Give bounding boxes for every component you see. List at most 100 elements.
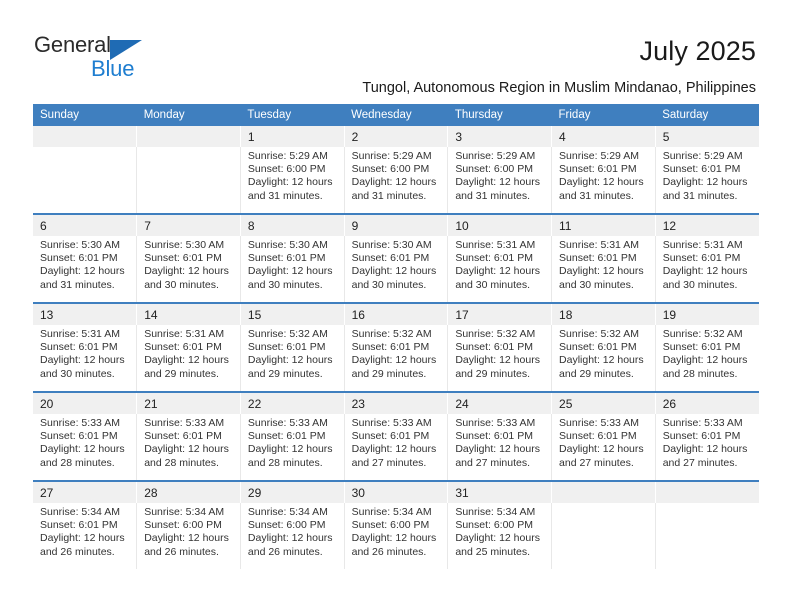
- day-number[interactable]: 10: [447, 215, 553, 236]
- day-number[interactable]: 25: [551, 393, 656, 414]
- day-info-line: and 29 minutes.: [455, 367, 531, 380]
- day-number-empty: [655, 482, 759, 503]
- day-info: Sunrise: 5:31 AM Sunset: 6:01 PM Daylight:…: [447, 236, 553, 302]
- day-number[interactable]: 14: [136, 304, 241, 325]
- day-info: Sunrise: 5:30 AM Sunset: 6:01 PM Daylight:…: [344, 236, 449, 302]
- day-info-line: Sunset: 6:01 PM: [455, 341, 533, 354]
- day-info-line: and 25 minutes.: [455, 545, 531, 558]
- day-info-line: Sunset: 6:01 PM: [559, 252, 637, 265]
- day-info-line: Sunrise: 5:29 AM: [247, 150, 328, 162]
- day-info-line: Sunrise: 5:33 AM: [662, 417, 743, 429]
- day-info: Sunrise: 5:31 AM Sunset: 6:01 PM Daylight:…: [551, 236, 656, 302]
- day-number[interactable]: 15: [240, 304, 345, 325]
- day-info-line: Sunrise: 5:31 AM: [455, 239, 536, 251]
- calendar-body: 1 2 3 4 5 Sunrise: 5:29 AM Sunset: 6:00 PM Dayl…: [33, 126, 759, 569]
- day-info-line: Sunrise: 5:32 AM: [247, 328, 328, 340]
- day-number[interactable]: 9: [344, 215, 449, 236]
- day-info-line: Daylight: 12 hours: [40, 532, 125, 545]
- day-info: Sunrise: 5:30 AM Sunset: 6:01 PM Daylight:…: [136, 236, 241, 302]
- day-info: Sunrise: 5:33 AM Sunset: 6:01 PM Daylight:…: [33, 414, 138, 480]
- day-number[interactable]: 7: [136, 215, 241, 236]
- day-info-line: Sunset: 6:01 PM: [40, 430, 118, 443]
- day-info-line: Sunset: 6:01 PM: [40, 519, 118, 532]
- day-info-line: and 30 minutes.: [455, 278, 531, 291]
- day-info-line: Sunrise: 5:33 AM: [40, 417, 120, 429]
- page-header: General Blue July 2025 Tungol, Autonomou…: [0, 0, 792, 96]
- day-number[interactable]: 16: [344, 304, 449, 325]
- day-number[interactable]: 11: [551, 215, 656, 236]
- day-info-line: Sunset: 6:01 PM: [144, 252, 222, 265]
- day-info: Sunrise: 5:34 AM Sunset: 6:00 PM Daylight:…: [344, 503, 449, 569]
- day-number[interactable]: 23: [344, 393, 449, 414]
- day-info-line: Sunrise: 5:32 AM: [662, 328, 743, 340]
- day-info-line: Sunrise: 5:30 AM: [144, 239, 225, 251]
- day-info-line: Sunrise: 5:32 AM: [351, 328, 432, 340]
- day-info-line: Sunset: 6:01 PM: [247, 252, 326, 265]
- day-info: Sunrise: 5:29 AM Sunset: 6:01 PM Daylight:…: [655, 147, 759, 213]
- day-info-line: and 29 minutes.: [351, 367, 427, 380]
- weekday-header-wednesday: Wednesday: [344, 104, 448, 126]
- day-number[interactable]: 31: [447, 482, 553, 503]
- day-info-empty: [33, 147, 138, 213]
- day-info-line: and 30 minutes.: [144, 278, 219, 291]
- day-number[interactable]: 29: [240, 482, 345, 503]
- day-info-line: Daylight: 12 hours: [144, 443, 229, 456]
- day-info-line: Daylight: 12 hours: [247, 176, 333, 189]
- day-number[interactable]: 8: [240, 215, 345, 236]
- day-number[interactable]: 5: [655, 126, 759, 147]
- general-blue-logo[interactable]: General Blue: [34, 32, 184, 84]
- day-info-line: Daylight: 12 hours: [455, 354, 540, 367]
- day-number[interactable]: 18: [551, 304, 656, 325]
- day-number-empty: [33, 126, 138, 147]
- day-info: Sunrise: 5:34 AM Sunset: 6:00 PM Daylight:…: [136, 503, 241, 569]
- day-number[interactable]: 6: [33, 215, 138, 236]
- day-info-line: and 31 minutes.: [351, 189, 427, 202]
- day-info-line: and 30 minutes.: [559, 278, 634, 291]
- day-number[interactable]: 19: [655, 304, 759, 325]
- day-info: Sunrise: 5:34 AM Sunset: 6:00 PM Daylight:…: [240, 503, 345, 569]
- weekday-header-thursday: Thursday: [447, 104, 552, 126]
- day-info-line: Daylight: 12 hours: [662, 443, 748, 456]
- day-info-line: Daylight: 12 hours: [351, 354, 437, 367]
- day-number[interactable]: 24: [447, 393, 553, 414]
- day-number[interactable]: 13: [33, 304, 138, 325]
- day-info-line: Daylight: 12 hours: [662, 354, 748, 367]
- day-number[interactable]: 20: [33, 393, 138, 414]
- day-info: Sunrise: 5:31 AM Sunset: 6:01 PM Daylight:…: [655, 236, 759, 302]
- day-info: Sunrise: 5:31 AM Sunset: 6:01 PM Daylight:…: [33, 325, 138, 391]
- day-info-line: and 27 minutes.: [455, 456, 531, 469]
- day-info-line: Sunset: 6:01 PM: [351, 252, 430, 265]
- day-number[interactable]: 27: [33, 482, 138, 503]
- day-number[interactable]: 26: [655, 393, 759, 414]
- day-number[interactable]: 12: [655, 215, 759, 236]
- page-title: July 2025: [639, 36, 756, 66]
- day-info-line: Sunset: 6:00 PM: [455, 163, 533, 176]
- day-number[interactable]: 30: [344, 482, 449, 503]
- day-info-line: Sunset: 6:01 PM: [351, 430, 430, 443]
- day-number[interactable]: 2: [344, 126, 449, 147]
- day-info: Sunrise: 5:31 AM Sunset: 6:01 PM Daylight:…: [136, 325, 241, 391]
- day-info-line: Daylight: 12 hours: [559, 354, 644, 367]
- day-info-row: Sunrise: 5:31 AM Sunset: 6:01 PM Daylight:…: [33, 325, 759, 391]
- logo-text-blue: Blue: [91, 56, 135, 81]
- day-info-line: Daylight: 12 hours: [40, 265, 125, 278]
- logo-text-general: General: [34, 32, 111, 57]
- day-number[interactable]: 21: [136, 393, 241, 414]
- day-number[interactable]: 28: [136, 482, 241, 503]
- day-number[interactable]: 17: [447, 304, 553, 325]
- day-info-line: Daylight: 12 hours: [144, 265, 229, 278]
- day-number[interactable]: 3: [447, 126, 553, 147]
- day-info-line: and 30 minutes.: [247, 278, 323, 291]
- day-info-line: and 31 minutes.: [455, 189, 531, 202]
- day-number[interactable]: 4: [551, 126, 656, 147]
- day-info-line: and 29 minutes.: [559, 367, 634, 380]
- day-info-line: Sunset: 6:01 PM: [455, 430, 533, 443]
- day-number[interactable]: 22: [240, 393, 345, 414]
- day-info-line: and 26 minutes.: [144, 545, 219, 558]
- day-number[interactable]: 1: [240, 126, 345, 147]
- day-info-line: Sunset: 6:01 PM: [662, 341, 741, 354]
- day-info-line: Sunrise: 5:29 AM: [455, 150, 536, 162]
- day-info: Sunrise: 5:33 AM Sunset: 6:01 PM Daylight:…: [655, 414, 759, 480]
- day-info-line: Sunrise: 5:33 AM: [455, 417, 536, 429]
- day-info-line: Daylight: 12 hours: [351, 443, 437, 456]
